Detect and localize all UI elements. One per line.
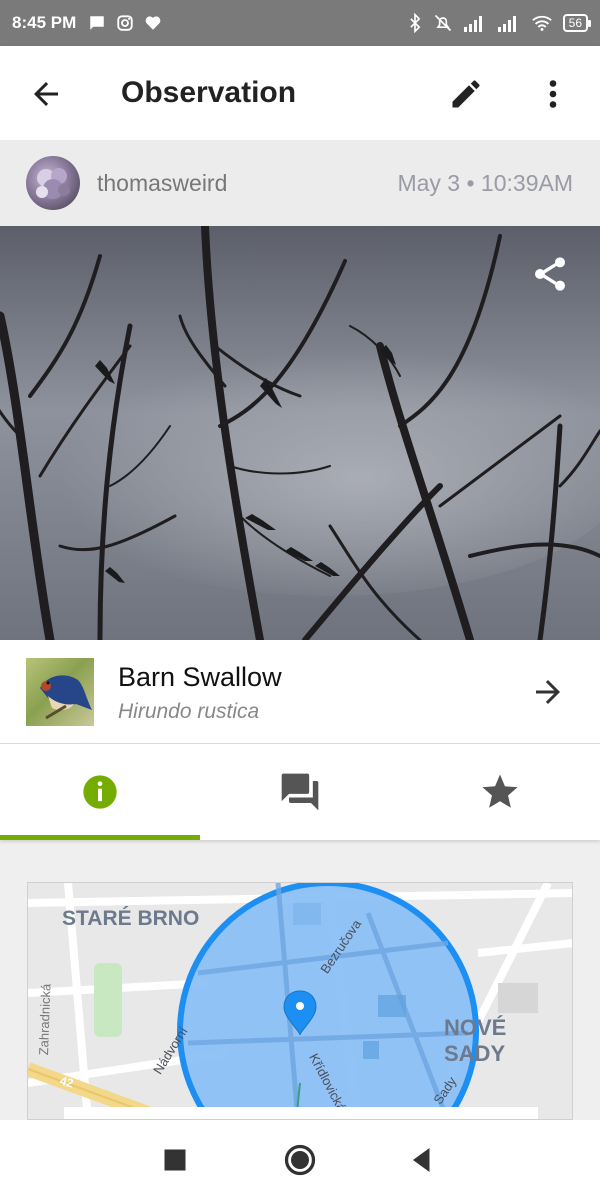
status-bar: 8:45 PM 56 bbox=[0, 0, 600, 46]
observation-date: May 3 • 10:39AM bbox=[397, 170, 573, 196]
app-bar: Observation bbox=[0, 46, 600, 140]
location-map[interactable]: STARÉ BRNO NOVÉ SADY Zahradnická Bezručo… bbox=[27, 882, 573, 1120]
back-arrow-icon[interactable] bbox=[28, 76, 64, 112]
username[interactable]: thomasweird bbox=[97, 170, 227, 197]
message-icon bbox=[90, 16, 104, 30]
taxon-thumbnail bbox=[26, 658, 94, 726]
more-options-icon[interactable] bbox=[535, 76, 571, 112]
arrow-forward-icon[interactable] bbox=[530, 674, 566, 710]
map-bottom-panel bbox=[64, 1107, 538, 1119]
battery-indicator: 56 bbox=[562, 14, 592, 32]
map-label-stare-brno: STARÉ BRNO bbox=[62, 907, 200, 930]
map-label-zahradnicka: Zahradnická bbox=[36, 983, 54, 1056]
tab-comments[interactable] bbox=[200, 744, 400, 840]
taxon-common-name: Barn Swallow bbox=[118, 662, 282, 692]
recents-icon[interactable] bbox=[157, 1142, 193, 1178]
avatar[interactable] bbox=[26, 156, 80, 210]
star-icon bbox=[482, 774, 518, 808]
signal-icon bbox=[463, 16, 482, 32]
detail-tabs bbox=[0, 744, 600, 840]
bluetooth-icon bbox=[409, 13, 420, 33]
wifi-icon bbox=[531, 15, 552, 31]
signal-icon-2 bbox=[497, 16, 516, 32]
status-notification-icons bbox=[88, 14, 162, 32]
taxon-scientific-name: Hirundo rustica bbox=[118, 700, 260, 723]
mute-icon bbox=[434, 14, 451, 32]
share-icon[interactable] bbox=[530, 254, 570, 294]
tab-favorites[interactable] bbox=[400, 744, 600, 840]
info-icon bbox=[83, 775, 117, 809]
observer-row[interactable]: thomasweird May 3 • 10:39AM bbox=[0, 140, 600, 226]
page-title: Observation bbox=[121, 76, 297, 109]
status-system-icons: 56 bbox=[407, 13, 592, 33]
taxon-row[interactable]: Barn Swallow Hirundo rustica bbox=[0, 640, 600, 744]
active-tab-indicator bbox=[0, 835, 200, 840]
status-time: 8:45 PM bbox=[12, 13, 77, 32]
home-icon[interactable] bbox=[282, 1142, 318, 1178]
back-icon[interactable] bbox=[404, 1142, 440, 1178]
edit-pencil-icon[interactable] bbox=[448, 76, 484, 112]
heart-icon bbox=[145, 16, 161, 30]
observation-photo[interactable] bbox=[0, 226, 600, 640]
map-label-nove-sady: NOVÉ SADY bbox=[444, 1015, 507, 1066]
comments-icon bbox=[281, 773, 319, 811]
instagram-icon bbox=[117, 15, 133, 31]
tab-info[interactable] bbox=[0, 744, 200, 840]
system-nav-bar bbox=[0, 1120, 600, 1200]
